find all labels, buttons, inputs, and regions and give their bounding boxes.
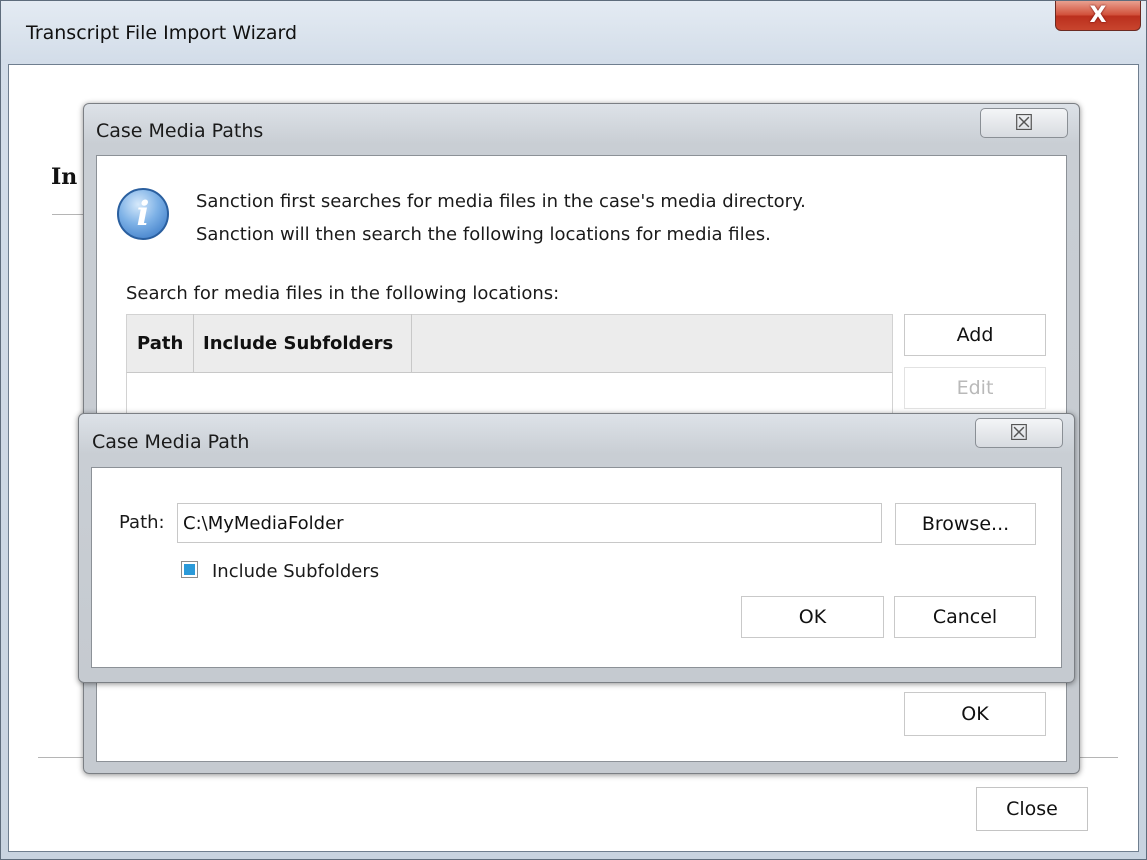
close-icon: ☒ — [1014, 110, 1034, 136]
column-separator — [411, 314, 412, 373]
include-subfolders-label[interactable]: Include Subfolders — [212, 561, 379, 582]
close-icon: X — [1089, 3, 1107, 28]
wizard-page-heading: In — [51, 164, 78, 190]
column-separator — [193, 314, 194, 373]
column-header-path[interactable]: Path — [137, 314, 183, 373]
cancel-button[interactable]: Cancel — [894, 596, 1036, 638]
checkbox-checked-indicator — [184, 564, 195, 575]
column-header-include-subfolders[interactable]: Include Subfolders — [203, 314, 393, 373]
wizard-title: Transcript File Import Wizard — [26, 22, 298, 44]
paths-ok-button[interactable]: OK — [904, 692, 1046, 736]
info-icon: i — [117, 188, 169, 240]
case-media-paths-close-button[interactable]: ☒ — [980, 108, 1068, 138]
path-input[interactable]: C:\MyMediaFolder — [177, 503, 882, 543]
wizard-close-button[interactable]: X — [1055, 1, 1141, 31]
info-message-line-1: Sanction first searches for media files … — [196, 191, 806, 212]
case-media-path-title: Case Media Path — [92, 431, 250, 453]
add-button[interactable]: Add — [904, 314, 1046, 356]
close-icon: ☒ — [1009, 420, 1029, 446]
browse-button[interactable]: Browse... — [895, 503, 1036, 545]
case-media-path-close-button[interactable]: ☒ — [975, 418, 1063, 448]
locations-label: Search for media files in the following … — [126, 283, 560, 304]
path-label: Path: — [119, 512, 165, 533]
case-media-paths-title: Case Media Paths — [96, 120, 264, 142]
edit-button[interactable]: Edit — [904, 367, 1046, 409]
ok-button[interactable]: OK — [741, 596, 884, 638]
path-input-value: C:\MyMediaFolder — [183, 512, 344, 534]
wizard-close-footer-button[interactable]: Close — [976, 787, 1088, 831]
info-message-line-2: Sanction will then search the following … — [196, 224, 771, 245]
